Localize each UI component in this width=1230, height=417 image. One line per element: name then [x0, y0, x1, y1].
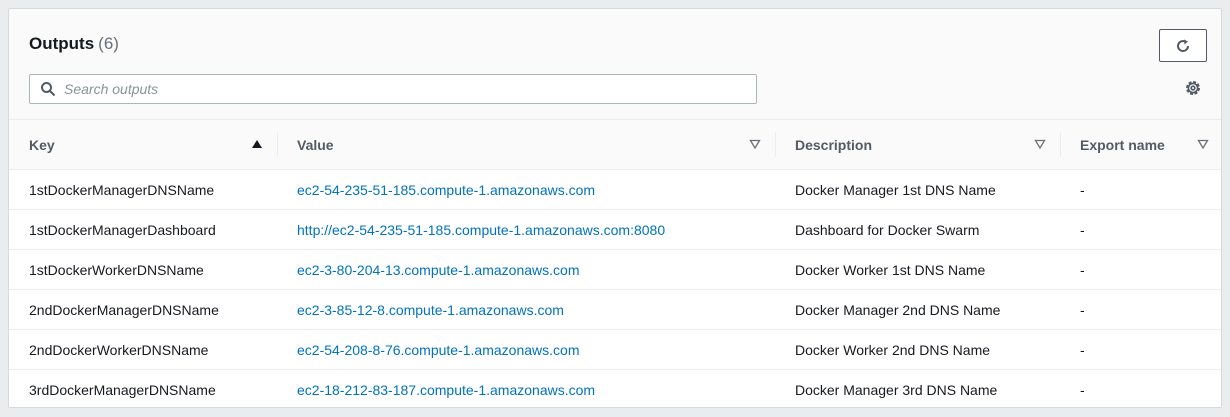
- table-row: 1stDockerWorkerDNSName ec2-3-80-204-13.c…: [9, 249, 1221, 290]
- cell-key: 2ndDockerManagerDNSName: [9, 289, 277, 330]
- column-header-key[interactable]: Key: [9, 120, 277, 170]
- outputs-panel: Outputs (6) Search outputs Key Value Des…: [8, 8, 1222, 408]
- table-header-row: Key Value Description Export name: [9, 120, 1221, 170]
- cell-key: 3rdDockerManagerDNSName: [29, 381, 216, 398]
- refresh-button[interactable]: [1159, 29, 1207, 62]
- cell-value-link[interactable]: ec2-54-208-8-76.compute-1.amazonaws.com: [277, 329, 775, 370]
- cell-export-name: -: [1060, 329, 1221, 370]
- cell-key: 1stDockerManagerDashboard: [9, 209, 277, 250]
- table-row: 3rdDockerManagerDNSName ec2-18-212-83-18…: [9, 370, 1221, 408]
- cell-value-link[interactable]: ec2-54-235-51-185.compute-1.amazonaws.co…: [277, 169, 775, 210]
- cell-export-name: -: [1060, 209, 1221, 250]
- cell-value-link[interactable]: http://ec2-54-235-51-185.compute-1.amazo…: [277, 209, 775, 250]
- column-header-export-name[interactable]: Export name: [1060, 120, 1221, 170]
- outputs-table: Key Value Description Export name 1stDoc…: [9, 120, 1221, 408]
- cell-description: Docker Manager 1st DNS Name: [775, 169, 1060, 210]
- gear-icon[interactable]: [1184, 79, 1202, 97]
- title-text: Outputs: [29, 34, 95, 53]
- output-count: (6): [98, 34, 119, 53]
- caret-down-outline-icon[interactable]: [749, 138, 761, 150]
- table-row: 1stDockerManagerDNSName ec2-54-235-51-18…: [9, 169, 1221, 210]
- cell-value-link[interactable]: ec2-3-85-12-8.compute-1.amazonaws.com: [277, 289, 775, 330]
- caret-up-icon[interactable]: [251, 138, 263, 150]
- column-divider[interactable]: [1060, 132, 1061, 157]
- cell-export-name: -: [1060, 289, 1221, 330]
- cell-description: Docker Worker 2nd DNS Name: [775, 329, 1060, 370]
- cell-export-name: -: [1080, 381, 1085, 398]
- cell-description: Docker Manager 3rd DNS Name: [795, 381, 998, 398]
- cell-description: Docker Worker 1st DNS Name: [775, 249, 1060, 290]
- panel-header: Outputs (6): [9, 9, 1221, 120]
- table-row: 2ndDockerManagerDNSName ec2-3-85-12-8.co…: [9, 289, 1221, 330]
- cell-description: Dashboard for Docker Swarm: [775, 209, 1060, 250]
- search-box[interactable]: [29, 74, 757, 104]
- cell-export-name: -: [1060, 249, 1221, 290]
- cell-value-link[interactable]: ec2-3-80-204-13.compute-1.amazonaws.com: [277, 249, 775, 290]
- cell-key: 1stDockerManagerDNSName: [9, 169, 277, 210]
- caret-down-outline-icon[interactable]: [1034, 138, 1046, 150]
- caret-down-outline-icon[interactable]: [1197, 138, 1209, 150]
- column-divider[interactable]: [775, 132, 776, 157]
- column-divider[interactable]: [277, 132, 278, 157]
- cell-key: 1stDockerWorkerDNSName: [9, 249, 277, 290]
- cell-description: Docker Manager 2nd DNS Name: [775, 289, 1060, 330]
- search-input[interactable]: [64, 81, 724, 97]
- cell-key: 2ndDockerWorkerDNSName: [9, 329, 277, 370]
- column-header-description[interactable]: Description: [775, 120, 1060, 170]
- refresh-icon: [1177, 39, 1190, 52]
- cell-value-link[interactable]: ec2-18-212-83-187.compute-1.amazonaws.co…: [277, 370, 775, 408]
- column-header-value[interactable]: Value: [277, 120, 775, 170]
- panel-title: Outputs (6): [29, 34, 119, 54]
- search-icon: [40, 81, 56, 97]
- table-row: 1stDockerManagerDashboard http://ec2-54-…: [9, 209, 1221, 250]
- cell-export-name: -: [1060, 169, 1221, 210]
- table-row: 2ndDockerWorkerDNSName ec2-54-208-8-76.c…: [9, 329, 1221, 370]
